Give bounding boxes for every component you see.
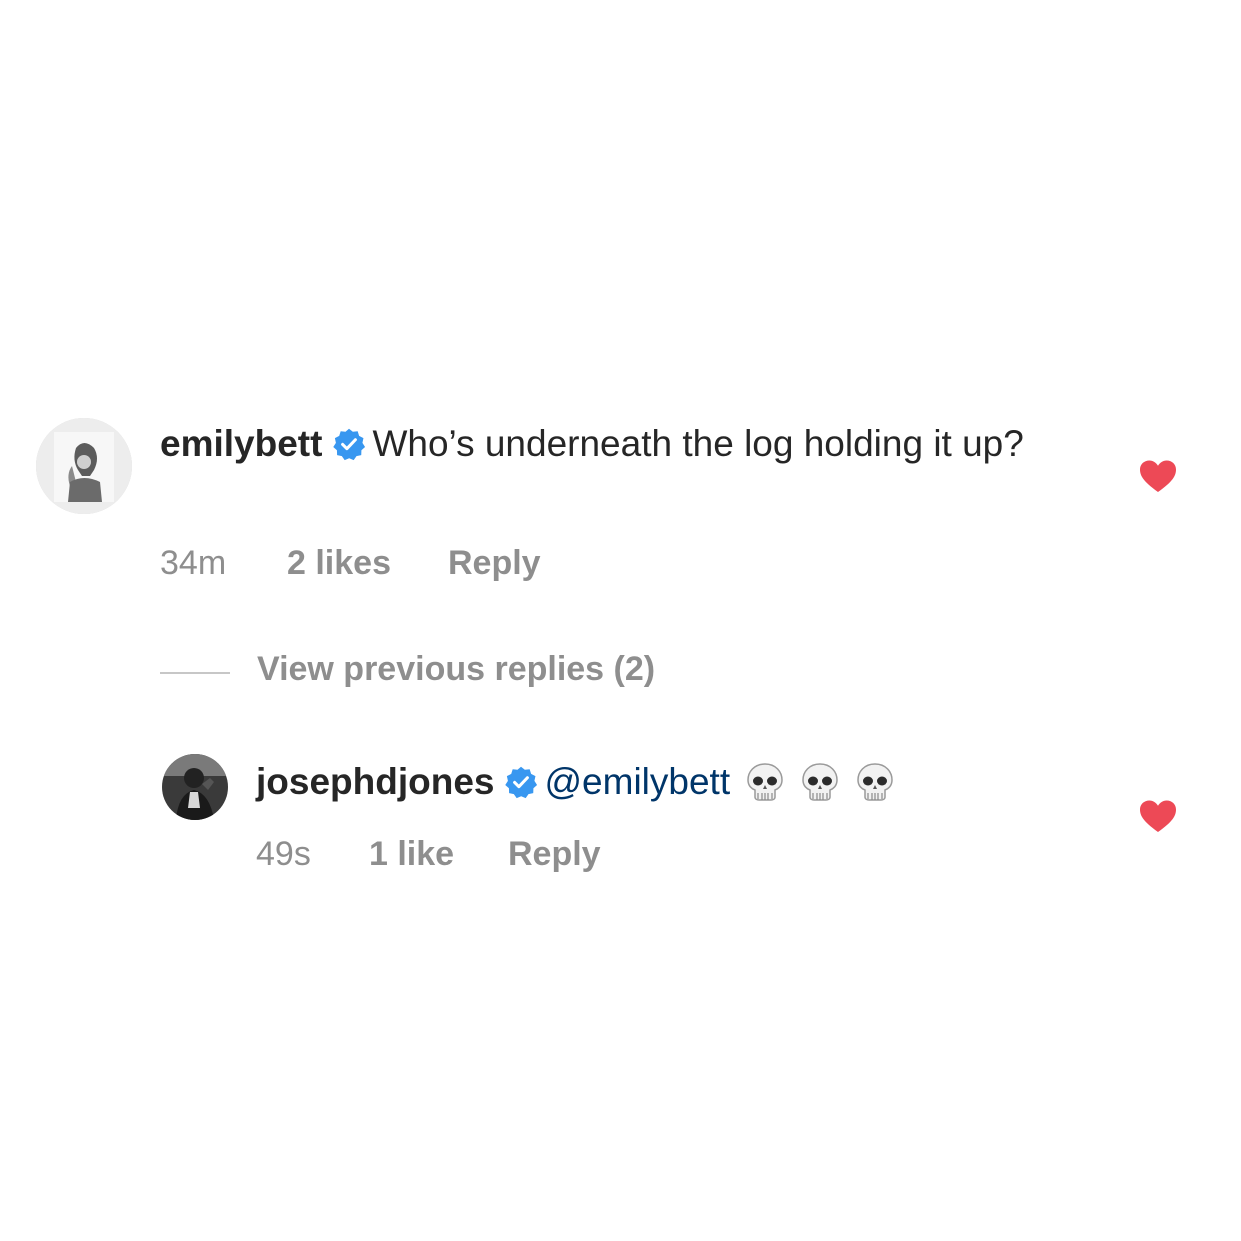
verified-badge-icon bbox=[333, 428, 366, 461]
divider-line bbox=[160, 672, 230, 674]
comment-likes[interactable]: 2 likes bbox=[287, 544, 391, 583]
reply-time: 49s bbox=[256, 835, 311, 873]
skull-emoji-icon bbox=[857, 763, 893, 801]
skull-emoji-icon bbox=[747, 763, 783, 801]
comment-body: Who’s underneath the log holding it up? bbox=[372, 423, 1024, 464]
reply-likes[interactable]: 1 like bbox=[369, 835, 454, 874]
heart-icon[interactable] bbox=[1140, 800, 1176, 834]
mention-link[interactable]: @emilybett bbox=[544, 761, 730, 802]
comment-time: 34m bbox=[160, 544, 227, 582]
reply-username[interactable]: josephdjones bbox=[256, 761, 494, 802]
reply-text: josephdjones @emilybett bbox=[256, 757, 1056, 807]
verified-badge-icon bbox=[505, 766, 538, 799]
comment-text: emilybett Who’s underneath the log holdi… bbox=[160, 419, 1080, 469]
heart-icon[interactable] bbox=[1140, 460, 1176, 494]
comment-username[interactable]: emilybett bbox=[160, 423, 322, 464]
reply-button[interactable]: Reply bbox=[448, 544, 541, 583]
view-previous-replies-label[interactable]: View previous replies (2) bbox=[257, 650, 655, 689]
skull-emoji-icon bbox=[802, 763, 838, 801]
avatar-emilybett[interactable] bbox=[36, 418, 132, 514]
avatar-josephdjones[interactable] bbox=[162, 754, 228, 820]
reply-button[interactable]: Reply bbox=[508, 835, 601, 874]
